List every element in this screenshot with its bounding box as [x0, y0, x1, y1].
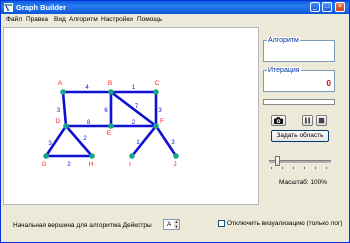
disable-visualization-checkbox[interactable]	[218, 220, 225, 227]
graph-node-I[interactable]	[129, 153, 135, 159]
edge-weight-label: 6	[104, 108, 108, 114]
slider-tick	[315, 167, 316, 169]
menu-algorithm[interactable]: Алгоритм	[69, 16, 98, 24]
scale-slider-thumb[interactable]	[274, 156, 280, 166]
stop-button[interactable]	[316, 115, 327, 126]
progress-bar	[263, 99, 335, 105]
edge-weight-label: 1	[132, 85, 136, 91]
graph-node-E[interactable]	[108, 123, 114, 129]
screenshot-button[interactable]	[271, 115, 286, 126]
graph-node-A[interactable]	[60, 89, 66, 95]
start-vertex-label: Начальная вершина для алгоритма Дейкстры	[13, 222, 152, 229]
graph-node-D[interactable]	[63, 123, 69, 129]
title-bar[interactable]: Graph Builder _ □ ×	[1, 1, 349, 14]
menu-bar: Файл Правка Вид Алгоритм Настройки Помощ…	[1, 14, 349, 25]
set-area-button[interactable]: Задать область	[271, 130, 329, 142]
graph-node-C[interactable]	[153, 89, 159, 95]
slider-tick	[293, 167, 294, 169]
node-label: B	[108, 80, 112, 87]
stop-icon	[318, 117, 325, 124]
graph-node-F[interactable]	[153, 123, 159, 129]
slider-tick	[304, 167, 305, 169]
node-label: J	[173, 161, 176, 168]
menu-settings[interactable]: Настройки	[101, 16, 133, 24]
node-label: C	[155, 80, 160, 87]
iteration-value: 0	[326, 79, 331, 88]
menu-help[interactable]: Помощь	[137, 16, 162, 24]
algorithm-label: Алгоритм	[267, 37, 300, 45]
algorithm-panel: Алгоритм	[263, 37, 335, 62]
slider-tick	[326, 167, 327, 169]
node-label: A	[58, 80, 63, 87]
edge-weight-label: 3	[57, 108, 61, 114]
graph-node-J[interactable]	[173, 153, 179, 159]
edge-weight-label: 3	[171, 140, 175, 146]
node-label: H	[89, 161, 94, 168]
slider-tick	[282, 167, 283, 169]
node-label: D	[56, 118, 61, 125]
close-button[interactable]: ×	[335, 2, 345, 12]
spinner-arrows-icon[interactable]: ▲ ▼	[174, 219, 179, 229]
menu-view[interactable]: Вид	[54, 16, 66, 24]
app-window: Graph Builder _ □ × Файл Правка Вид Алго…	[0, 0, 350, 243]
disable-visualization-label: Отключить визуализацию (только лог)	[227, 220, 343, 227]
node-label: F	[160, 118, 164, 125]
node-label: G	[41, 161, 46, 168]
iteration-label: Итерация	[267, 67, 301, 75]
edge-weight-label: 2	[67, 162, 71, 168]
graph-app-icon	[4, 3, 13, 12]
pause-icon	[305, 117, 310, 124]
graph-node-B[interactable]	[108, 89, 114, 95]
node-label: E	[107, 130, 112, 137]
graph-edge-A-D[interactable]	[61, 91, 68, 127]
iteration-panel: Итерация 0	[263, 67, 335, 92]
minimize-button[interactable]: _	[310, 2, 320, 12]
start-vertex-spinner[interactable]: A ▲ ▼	[163, 219, 180, 230]
scale-label: Масштаб: 100%	[279, 179, 328, 186]
camera-icon	[274, 117, 283, 124]
edge-weight-label: 3	[158, 108, 162, 114]
graph-node-G[interactable]	[43, 153, 49, 159]
start-vertex-value: A	[167, 221, 172, 228]
edge-weight-label: 4	[85, 85, 89, 91]
graph-node-H[interactable]	[89, 153, 95, 159]
edge-weight-label: 2	[83, 136, 87, 142]
node-label: I	[129, 161, 131, 168]
graph-edge-D-H[interactable]	[65, 125, 93, 157]
menu-file[interactable]: Файл	[6, 16, 22, 24]
menu-edit[interactable]: Правка	[26, 16, 48, 24]
maximize-button[interactable]: □	[322, 2, 332, 12]
pause-button[interactable]	[302, 115, 313, 126]
graph-canvas[interactable]: 4136738232213 ABCDEFGHIJ	[3, 27, 259, 205]
window-title: Graph Builder	[16, 3, 67, 12]
graph-view: 4 13 6738 23221 3 A B CDEFG H I J	[41, 80, 179, 168]
slider-tick	[271, 167, 272, 169]
edge-weight-label: 7	[135, 104, 139, 110]
